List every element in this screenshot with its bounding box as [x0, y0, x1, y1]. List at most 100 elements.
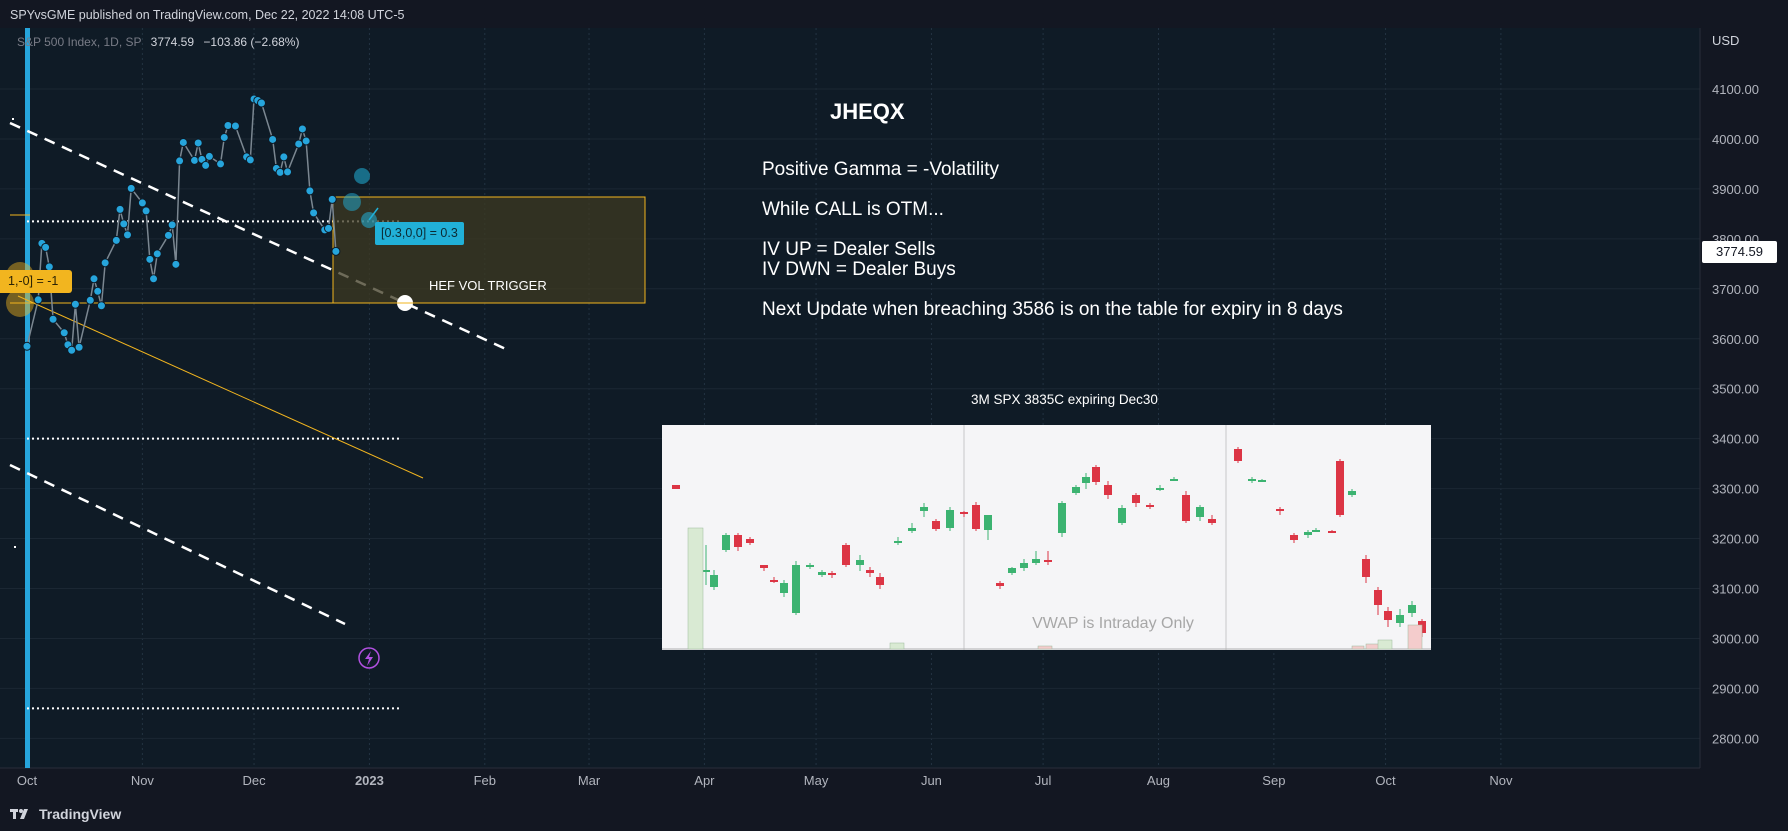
note-line-3: IV UP = Dealer Sells — [762, 239, 936, 260]
currency-label: USD — [1712, 33, 1739, 48]
inset-candle-56 — [1384, 611, 1392, 620]
inset-candle-55 — [1374, 590, 1382, 605]
inset-candle-26 — [996, 583, 1004, 586]
x-tick-label-8: Jun — [921, 773, 942, 788]
x-tick-label-0: Oct — [17, 773, 38, 788]
inset-candle-37 — [1132, 495, 1140, 503]
y-tick-label-4: 3700.00 — [1712, 282, 1759, 297]
inset-candle-39 — [1156, 488, 1164, 490]
date-marker-line — [25, 28, 30, 768]
inset-candle-32 — [1072, 487, 1080, 493]
price-point-16 — [111, 235, 121, 245]
y-tick-label-6: 3500.00 — [1712, 382, 1759, 397]
price-point-12 — [89, 274, 99, 284]
inset-candle-42 — [1196, 507, 1204, 517]
publish-header: SPYvsGME published on TradingView.com, D… — [0, 0, 1788, 28]
price-point-15 — [100, 258, 110, 268]
inset-candle-20 — [920, 507, 928, 511]
inset-candle-28 — [1020, 563, 1028, 568]
price-point-51 — [297, 124, 307, 134]
inset-volume-6 — [1351, 645, 1365, 650]
inset-volume-1 — [889, 642, 905, 650]
price-point-53 — [305, 186, 315, 196]
x-tick-label-6: Apr — [694, 773, 715, 788]
cyan-marker-2 — [354, 168, 370, 184]
price-point-57 — [327, 194, 337, 204]
price-point-21 — [137, 198, 147, 208]
y-tick-label-1: 4000.00 — [1712, 132, 1759, 147]
price-point-31 — [189, 155, 199, 165]
inset-volume-2 — [1037, 645, 1053, 650]
yellow-marker-2 — [6, 289, 34, 317]
inset-candle-57 — [1396, 615, 1404, 623]
yellow-fib-badge[interactable]: 1,-0] = -1 — [0, 270, 72, 293]
x-tick-label-2: Dec — [242, 773, 266, 788]
price-point-9 — [70, 299, 80, 309]
price-point-41 — [245, 155, 255, 165]
price-point-5 — [48, 314, 58, 324]
footer-bar: TradingView — [0, 796, 1788, 831]
price-point-26 — [163, 230, 173, 240]
chart-frame[interactable]: USD 4100.00 4000.00 3900.00 3800.00 3700.00 36… — [0, 28, 1788, 796]
price-point-20 — [126, 183, 136, 193]
y-tick-label-9: 3200.00 — [1712, 532, 1759, 547]
x-tick-label-10: Aug — [1147, 773, 1170, 788]
inset-candle-9 — [780, 583, 788, 593]
inset-candle-15 — [856, 560, 864, 565]
inset-candle-43 — [1208, 519, 1216, 523]
price-chart[interactable]: USD4100.004000.003900.003800.003700.0036… — [0, 28, 1788, 796]
price-point-52 — [301, 136, 311, 146]
inset-candle-24 — [972, 505, 980, 529]
plot-background — [0, 28, 1788, 796]
inset-candle-0 — [672, 485, 680, 489]
inset-candle-6 — [746, 539, 754, 543]
inset-candle-44 — [1234, 449, 1242, 461]
inset-volume-4 — [1377, 639, 1393, 650]
x-tick-label-3: 2023 — [355, 773, 384, 788]
price-point-35 — [204, 151, 214, 161]
note-line-2: While CALL is OTM... — [762, 199, 944, 220]
price-point-56 — [323, 223, 333, 233]
inset-candle-35 — [1104, 485, 1112, 495]
note-line-1: Positive Gamma = -Volatility — [762, 159, 1000, 180]
inset-candle-14 — [842, 545, 850, 565]
y-tick-label-12: 2900.00 — [1712, 681, 1759, 696]
tradingview-logo[interactable]: TradingView — [10, 806, 121, 822]
price-point-10 — [74, 342, 84, 352]
price-point-34 — [201, 160, 211, 170]
x-tick-label-7: May — [804, 773, 829, 788]
price-point-11 — [85, 295, 95, 305]
cyan-fib-badge[interactable]: [0.3,0,0] = 0.3 — [375, 222, 464, 245]
x-tick-label-9: Jul — [1035, 773, 1052, 788]
price-point-18 — [119, 219, 129, 229]
price-point-8 — [67, 345, 77, 355]
inset-volume-5 — [1407, 624, 1423, 650]
price-point-38 — [223, 120, 233, 130]
inset-candle-53 — [1348, 491, 1356, 495]
price-point-19 — [122, 230, 132, 240]
price-point-30 — [178, 137, 188, 147]
inset-candle-8 — [770, 580, 778, 582]
inset-candle-3 — [710, 575, 718, 587]
inset-candle-45 — [1248, 479, 1256, 481]
inset-candle-5 — [734, 535, 742, 547]
inset-volume-0 — [687, 527, 704, 650]
y-tick-label-11: 3000.00 — [1712, 631, 1759, 646]
current-price-tag: 3774.59 — [1702, 241, 1777, 263]
price-point-22 — [141, 206, 151, 216]
price-point-32 — [193, 138, 203, 148]
price-point-47 — [275, 167, 285, 177]
inset-candle-40 — [1170, 479, 1178, 481]
inset-candle-17 — [876, 577, 884, 585]
price-point-48 — [279, 152, 289, 162]
price-point-29 — [175, 156, 185, 166]
price-point-36 — [216, 159, 226, 169]
price-point-49 — [283, 167, 293, 177]
price-point-24 — [149, 274, 159, 284]
y-tick-label-2: 3900.00 — [1712, 182, 1759, 197]
price-point-17 — [115, 204, 125, 214]
y-tick-label-10: 3100.00 — [1712, 582, 1759, 597]
x-tick-label-1: Nov — [131, 773, 155, 788]
inset-candle-33 — [1082, 477, 1090, 483]
inset-candle-22 — [946, 510, 954, 528]
